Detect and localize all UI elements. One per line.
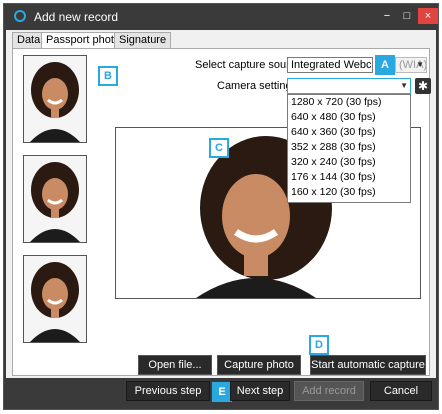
photo-thumbnail-1[interactable] [23, 55, 87, 143]
capture-source-value: Integrated Webcam [291, 59, 372, 71]
passport-photo-panel: B Select capture source: Integrated Webc… [12, 48, 431, 376]
dialog-content: Data Passport photo Signature B Select c… [6, 30, 436, 378]
resolution-option[interactable]: 176 x 144 (30 fps) [288, 170, 410, 185]
dialog-window: Add new record − □ × Data Passport photo… [3, 3, 439, 410]
photo-thumbnail-2[interactable] [23, 155, 87, 243]
callout-c: C [209, 138, 229, 158]
capture-source-select[interactable]: Integrated Webcam [287, 57, 373, 73]
photo-thumbnail-3[interactable] [23, 255, 87, 343]
previous-step-button[interactable]: Previous step [126, 381, 210, 401]
callout-b: B [98, 66, 118, 86]
add-record-button[interactable]: Add record [294, 381, 364, 401]
open-file-button[interactable]: Open file... [138, 355, 212, 375]
cancel-button[interactable]: Cancel [370, 381, 432, 401]
app-logo-icon [14, 10, 26, 22]
start-automatic-capture-button[interactable]: Start automatic capture [310, 355, 426, 375]
close-button[interactable]: × [418, 8, 438, 24]
resolution-option[interactable]: 320 x 240 (30 fps) [288, 155, 410, 170]
callout-a: A [375, 55, 395, 75]
camera-settings-select[interactable]: ▼ [287, 78, 411, 94]
gear-icon[interactable]: ✱ [415, 78, 431, 94]
capture-source-type-select[interactable]: (WIA) ▼ [395, 57, 427, 73]
title-bar[interactable]: Add new record − □ × [4, 4, 438, 30]
tab-signature[interactable]: Signature [114, 32, 172, 48]
chevron-down-icon: ▼ [416, 60, 424, 69]
resolution-option[interactable]: 640 x 480 (30 fps) [288, 110, 410, 125]
resolution-option[interactable]: 640 x 360 (30 fps) [288, 125, 410, 140]
maximize-button[interactable]: □ [398, 8, 416, 24]
minimize-button[interactable]: − [378, 8, 396, 24]
resolution-option[interactable]: 160 x 120 (30 fps) [288, 185, 410, 200]
callout-e: E [212, 382, 232, 402]
callout-d: D [309, 335, 329, 355]
next-step-button[interactable]: Next step [230, 381, 290, 401]
resolution-option[interactable]: 1280 x 720 (30 fps) [288, 95, 410, 110]
tab-passport-photo[interactable]: Passport photo [41, 32, 125, 49]
resolution-dropdown[interactable]: 1280 x 720 (30 fps) 640 x 480 (30 fps) 6… [287, 94, 411, 203]
capture-photo-button[interactable]: Capture photo [217, 355, 301, 375]
window-title: Add new record [34, 10, 119, 24]
chevron-down-icon: ▼ [400, 81, 408, 90]
resolution-option[interactable]: 352 x 288 (30 fps) [288, 140, 410, 155]
